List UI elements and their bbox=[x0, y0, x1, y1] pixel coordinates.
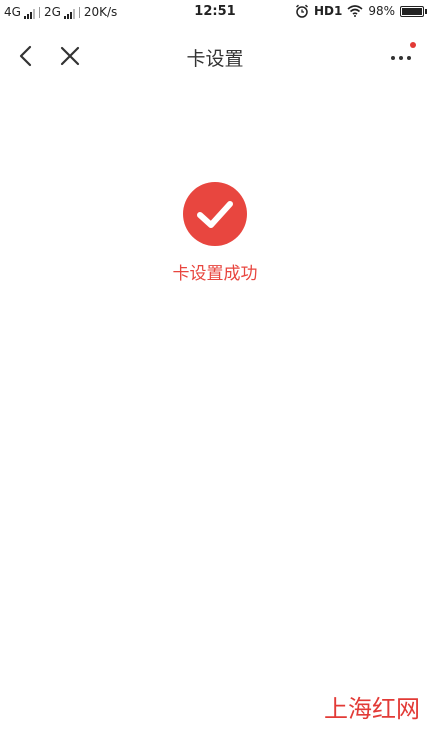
battery-fill bbox=[402, 7, 422, 15]
success-area: 卡设置成功 bbox=[0, 182, 430, 284]
battery-icon bbox=[400, 5, 427, 17]
success-message: 卡设置成功 bbox=[172, 264, 258, 284]
battery-percent: 98% bbox=[368, 4, 395, 18]
nav-bar: 卡设置 bbox=[0, 28, 430, 84]
page-title: 卡设置 bbox=[186, 48, 244, 70]
status-right: HD1 98% bbox=[295, 4, 427, 18]
notification-badge bbox=[410, 42, 416, 48]
alarm-icon bbox=[295, 4, 308, 18]
wifi-icon bbox=[347, 5, 363, 17]
more-icon[interactable] bbox=[386, 40, 418, 72]
hd-indicator: HD1 bbox=[313, 4, 343, 18]
status-bar: 4G 2G 20K/s 12:51 HD1 98% bbox=[0, 0, 430, 26]
watermark-logo: 上海红网 bbox=[324, 695, 420, 723]
check-circle-icon bbox=[183, 182, 247, 246]
